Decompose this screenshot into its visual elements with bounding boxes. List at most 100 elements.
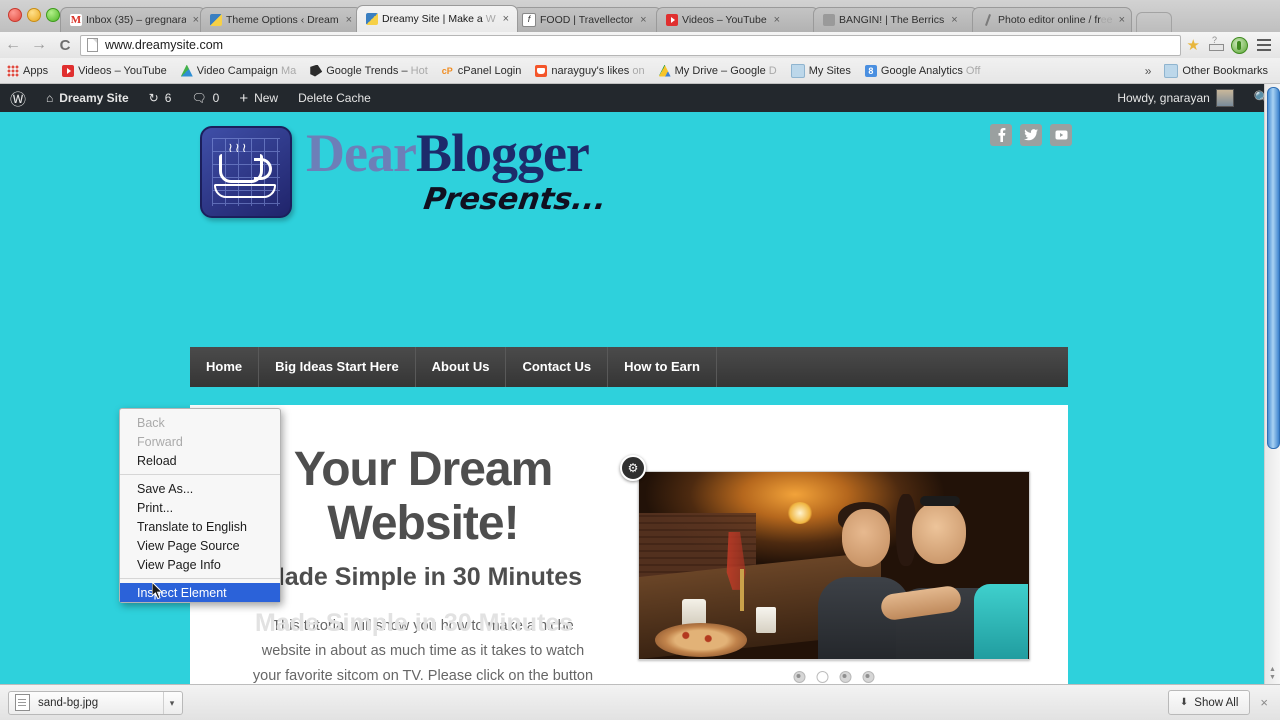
tab-title: FOOD | Travellector bbox=[540, 14, 634, 26]
download-file-name: sand-bg.jpg bbox=[38, 696, 99, 709]
download-menu-caret-icon[interactable]: ▾ bbox=[163, 691, 180, 714]
bookmarks-overflow-icon[interactable]: » bbox=[1139, 64, 1158, 78]
plus-icon: + bbox=[239, 89, 249, 107]
maximize-window-button[interactable] bbox=[46, 8, 60, 22]
updates-icon: ↻ bbox=[148, 91, 159, 105]
youtube-icon[interactable] bbox=[1050, 124, 1072, 146]
back-button[interactable]: ← bbox=[0, 36, 26, 54]
close-download-bar-icon[interactable]: × bbox=[1260, 695, 1272, 710]
carousel-dot-active[interactable] bbox=[816, 671, 829, 683]
page-scrollbar[interactable]: ▲ ▼ bbox=[1264, 84, 1280, 684]
wp-comments-count: 0 bbox=[212, 91, 220, 105]
twitter-icon[interactable] bbox=[1020, 124, 1042, 146]
context-menu-item-print[interactable]: Print... bbox=[120, 498, 280, 517]
wordpress-icon bbox=[210, 14, 222, 26]
page-content: Your Dream Website! Made Simple in 30 Mi… bbox=[190, 405, 1068, 684]
nav-item-about-us[interactable]: About Us bbox=[416, 347, 507, 387]
close-tab-icon[interactable]: × bbox=[193, 14, 199, 26]
close-tab-icon[interactable]: × bbox=[774, 14, 780, 26]
hero-text-column: Your Dream Website! Made Simple in 30 Mi… bbox=[248, 443, 598, 684]
context-menu-item-view-source[interactable]: View Page Source bbox=[120, 536, 280, 555]
bookmark-apps[interactable]: Apps bbox=[0, 64, 55, 77]
berrics-icon bbox=[823, 14, 835, 26]
close-tab-icon[interactable]: × bbox=[503, 13, 509, 25]
browser-tab-active[interactable]: Dreamy Site | Make a W × bbox=[356, 5, 518, 32]
bookmark-item[interactable]: cPanel Login bbox=[435, 65, 529, 77]
show-all-label: Show All bbox=[1194, 696, 1239, 709]
forward-button[interactable]: → bbox=[26, 36, 52, 54]
browser-tab[interactable]: BANGIN! | The Berrics × bbox=[813, 7, 978, 32]
bookmark-item[interactable]: Google Analytics Off bbox=[858, 64, 987, 77]
cpanel-icon bbox=[442, 65, 454, 77]
facebook-icon[interactable] bbox=[990, 124, 1012, 146]
wp-updates-button[interactable]: ↻ 6 bbox=[139, 84, 182, 112]
browser-tab[interactable]: Inbox (35) – gregnaraya × bbox=[60, 7, 206, 32]
carousel-image[interactable] bbox=[638, 471, 1030, 660]
tab-strip: Inbox (35) – gregnaraya × Theme Options … bbox=[0, 0, 1280, 33]
bookmark-item[interactable]: My Drive – Google D bbox=[652, 64, 784, 77]
bookmark-folder-my-sites[interactable]: My Sites bbox=[784, 63, 858, 78]
evernote-extension-icon[interactable] bbox=[1231, 36, 1248, 54]
site-branding[interactable]: ≀≀≀ DearBlogger Presents... bbox=[200, 126, 609, 218]
nav-item-how-to-earn[interactable]: How to Earn bbox=[608, 347, 717, 387]
wp-comments-button[interactable]: 🗨 0 bbox=[181, 84, 229, 112]
house-icon: ⌂ bbox=[46, 91, 54, 105]
wp-site-name: Dreamy Site bbox=[59, 91, 129, 105]
show-all-downloads-button[interactable]: ⬇ Show All bbox=[1167, 690, 1251, 715]
close-window-button[interactable] bbox=[8, 8, 22, 22]
hamburger-menu-icon[interactable] bbox=[1257, 39, 1271, 51]
browser-tab[interactable]: FOOD | Travellector × bbox=[512, 7, 662, 32]
nav-item-big-ideas[interactable]: Big Ideas Start Here bbox=[259, 347, 416, 387]
address-bar[interactable]: www.dreamysite.com bbox=[80, 34, 1181, 56]
browser-tab[interactable]: Photo editor online / free × bbox=[972, 7, 1132, 32]
download-item[interactable]: sand-bg.jpg ▾ bbox=[8, 690, 183, 715]
close-tab-icon[interactable]: × bbox=[640, 14, 646, 26]
bookmark-item[interactable]: Video Campaign Ma bbox=[174, 64, 303, 77]
page-title: Your Dream Website! bbox=[293, 443, 554, 550]
bookmark-item[interactable]: Videos – YouTube bbox=[55, 64, 174, 77]
browser-tab[interactable]: Videos – YouTube × bbox=[656, 7, 819, 32]
context-menu-item-view-page-info[interactable]: View Page Info bbox=[120, 555, 280, 574]
nav-item-home[interactable]: Home bbox=[190, 347, 260, 387]
tab-title: Photo editor online / free bbox=[998, 14, 1112, 26]
folder-icon bbox=[1164, 63, 1179, 78]
carousel-dot[interactable] bbox=[793, 671, 806, 683]
mouse-cursor bbox=[152, 582, 164, 600]
menu-separator bbox=[120, 578, 280, 579]
bookmark-label: narayguy's likes on bbox=[551, 64, 645, 77]
context-menu-item-reload[interactable]: Reload bbox=[120, 451, 280, 470]
bookmark-label: My Drive – Google D bbox=[674, 64, 777, 77]
wp-site-name-button[interactable]: ⌂ Dreamy Site bbox=[36, 84, 139, 112]
context-menu-item-inspect-element[interactable]: Inspect Element bbox=[120, 583, 280, 602]
bookmark-star-icon[interactable]: ★ bbox=[1187, 36, 1200, 54]
close-tab-icon[interactable]: × bbox=[951, 14, 957, 26]
wp-new-button[interactable]: + New bbox=[229, 84, 288, 112]
close-tab-icon[interactable]: × bbox=[346, 14, 352, 26]
close-tab-icon[interactable]: × bbox=[1119, 14, 1125, 26]
other-bookmarks-folder[interactable]: Other Bookmarks bbox=[1157, 63, 1280, 78]
bookmark-label: Google Trends – Hot bbox=[326, 64, 428, 77]
browser-tab[interactable]: Theme Options ‹ Dream × bbox=[200, 7, 362, 32]
carousel-dot[interactable] bbox=[862, 671, 875, 683]
wp-delete-cache-button[interactable]: Delete Cache bbox=[288, 84, 381, 112]
minimize-window-button[interactable] bbox=[27, 8, 41, 22]
nav-item-contact-us[interactable]: Contact Us bbox=[506, 347, 609, 387]
scrollbar-arrows[interactable]: ▲ ▼ bbox=[1268, 666, 1277, 682]
gear-icon[interactable]: ⚙ bbox=[620, 455, 646, 481]
wordpress-admin-bar: Ⓦ ⌂ Dreamy Site ↻ 6 🗨 0 + New Delete Cac… bbox=[0, 84, 1280, 112]
extension-icon[interactable] bbox=[1209, 35, 1224, 52]
window-traffic-lights[interactable] bbox=[8, 8, 60, 22]
bookmark-item[interactable]: Google Trends – Hot bbox=[303, 64, 435, 77]
wp-account-menu[interactable]: Howdy, gnarayan bbox=[1107, 84, 1244, 112]
bookmark-item[interactable]: narayguy's likes on bbox=[528, 64, 651, 77]
context-menu-item-save-as[interactable]: Save As... bbox=[120, 479, 280, 498]
bookmark-label: cPanel Login bbox=[457, 64, 522, 77]
context-menu-item-translate[interactable]: Translate to English bbox=[120, 517, 280, 536]
tab-list: Inbox (35) – gregnaraya × Theme Options … bbox=[60, 4, 1172, 32]
wp-logo-button[interactable]: Ⓦ bbox=[0, 84, 36, 112]
new-tab-button[interactable] bbox=[1136, 12, 1172, 32]
scrollbar-thumb[interactable] bbox=[1267, 87, 1280, 449]
carousel-dot[interactable] bbox=[839, 671, 852, 683]
wp-new-label: New bbox=[254, 91, 279, 105]
reload-button[interactable]: C bbox=[52, 37, 78, 54]
